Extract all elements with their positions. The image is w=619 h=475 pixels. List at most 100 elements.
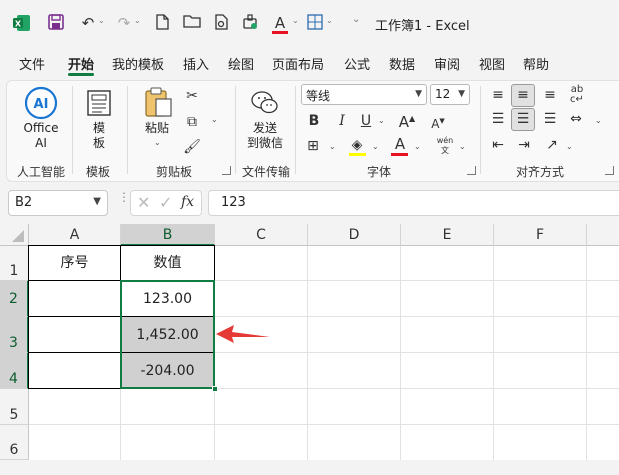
open-folder-icon[interactable] [182, 13, 202, 33]
tab-my-templates[interactable]: 我的模板 [112, 54, 164, 73]
redo-dropdown-icon[interactable]: ⌄ [134, 16, 141, 25]
font-color-dropdown-icon[interactable]: ⌄ [414, 142, 421, 151]
row-header-6[interactable]: 6 [0, 425, 29, 460]
paste-button[interactable]: 粘贴 [140, 121, 174, 136]
increase-font-icon[interactable]: A▲ [397, 110, 417, 131]
row-header-1[interactable]: 1 [0, 246, 29, 281]
office-ai-button[interactable]: Office AI [18, 121, 64, 151]
paste-icon[interactable] [143, 86, 173, 118]
font-size-select[interactable]: 12 ▼ [430, 84, 470, 105]
borders-quick-icon[interactable] [305, 13, 325, 33]
cell-a4[interactable] [29, 353, 120, 388]
name-box[interactable]: B2 ▼ [8, 190, 108, 216]
tab-view[interactable]: 视图 [479, 54, 505, 73]
resize-handle-icon[interactable]: ⋮ [118, 191, 130, 212]
redo-icon[interactable]: ↷ [114, 13, 134, 33]
template-button[interactable]: 模 板 [84, 121, 114, 151]
borders-dropdown-icon[interactable]: ⌄ [329, 142, 336, 151]
align-right-icon[interactable]: ☰ [541, 110, 559, 128]
clipboard-launcher-icon[interactable] [222, 166, 231, 175]
column-header-a[interactable]: A [29, 224, 121, 246]
send-to-wechat-button[interactable]: 发送 到微信 [244, 121, 286, 151]
insert-function-button[interactable]: fx [181, 194, 194, 210]
wrap-text-icon[interactable]: ab c↵ [567, 85, 587, 105]
copy-dropdown-icon[interactable]: ⌄ [211, 115, 218, 124]
font-launcher-icon[interactable] [467, 166, 476, 175]
tab-formulas[interactable]: 公式 [344, 54, 370, 73]
column-header-f[interactable]: F [494, 224, 587, 246]
font-name-select[interactable]: 等线 ▼ [301, 84, 427, 105]
column-header-d[interactable]: D [308, 224, 401, 246]
align-left-icon[interactable]: ☰ [489, 110, 507, 128]
font-color-icon[interactable]: A [391, 135, 409, 153]
tab-file[interactable]: 文件 [19, 54, 45, 73]
group-divider [235, 86, 236, 174]
undo-icon[interactable]: ↶ [78, 13, 98, 33]
paste-dropdown-icon[interactable]: ⌄ [154, 138, 161, 147]
row-header-5[interactable]: 5 [0, 389, 29, 425]
save-icon[interactable] [46, 13, 66, 33]
underline-button[interactable]: U [358, 112, 374, 130]
format-painter-quick-icon[interactable] [240, 13, 260, 33]
phonetic-dropdown-icon[interactable]: ⌄ [459, 142, 466, 151]
tab-draw[interactable]: 绘图 [228, 54, 254, 73]
column-header-c[interactable]: C [215, 224, 308, 246]
cell-a1[interactable]: 序号 [29, 246, 120, 280]
align-bottom-icon[interactable]: ≡ [541, 86, 559, 104]
decrease-font-icon[interactable]: A▼ [428, 112, 448, 133]
confirm-entry-icon[interactable]: ✓ [159, 193, 172, 212]
orientation-icon[interactable]: ↗ [543, 136, 561, 154]
decrease-indent-icon[interactable]: ⇤ [489, 136, 507, 154]
align-top-icon[interactable]: ≡ [489, 86, 507, 104]
tab-page-layout[interactable]: 页面布局 [272, 54, 324, 73]
chevron-down-icon: ▼ [458, 89, 465, 99]
tab-data[interactable]: 数据 [389, 54, 415, 73]
row-header-4[interactable]: 4 [0, 353, 29, 389]
orientation-dropdown-icon[interactable]: ⌄ [566, 142, 573, 151]
merge-center-icon[interactable]: ⇔ [566, 110, 586, 128]
select-all-corner[interactable] [0, 224, 29, 246]
phonetic-guide-icon[interactable]: wén 文 [434, 136, 456, 156]
alignment-launcher-icon[interactable] [605, 166, 614, 175]
undo-dropdown-icon[interactable]: ⌄ [98, 16, 105, 25]
column-header-b[interactable]: B [121, 224, 215, 246]
increase-indent-icon[interactable]: ⇥ [515, 136, 533, 154]
print-preview-icon[interactable] [211, 13, 231, 33]
cell-b1[interactable]: 数值 [121, 246, 214, 280]
chevron-down-icon[interactable]: ▼ [93, 196, 101, 207]
fill-color-dropdown-icon[interactable]: ⌄ [372, 142, 379, 151]
row-header-3[interactable]: 3 [0, 317, 29, 353]
cell-a3[interactable] [29, 317, 120, 352]
office-ai-icon[interactable]: AI [24, 86, 58, 120]
font-color-quick-dropdown-icon[interactable]: ⌄ [292, 16, 299, 25]
tab-insert[interactable]: 插入 [183, 54, 209, 73]
new-file-icon[interactable] [152, 13, 172, 33]
font-color-quick-icon[interactable]: A [270, 13, 290, 34]
customize-qat-icon[interactable]: ⌄ [352, 14, 360, 25]
copy-icon[interactable]: ⧉ [183, 113, 201, 131]
cut-icon[interactable]: ✂ [183, 87, 201, 105]
fill-color-icon[interactable]: ◈ [348, 136, 366, 154]
wechat-icon[interactable] [250, 89, 280, 117]
group-label-clipboard: 剪贴板 [156, 165, 193, 179]
cell-a2[interactable] [29, 281, 120, 316]
column-header-e[interactable]: E [401, 224, 494, 246]
tab-home[interactable]: 开始 [68, 54, 94, 73]
align-center-button[interactable]: ☰ [511, 108, 535, 131]
column-header-g[interactable] [587, 224, 619, 246]
fill-handle[interactable] [212, 386, 218, 392]
formula-input[interactable]: 123 [208, 190, 619, 216]
cancel-entry-icon[interactable]: ✕ [137, 193, 150, 212]
align-middle-button[interactable]: ≡ [511, 84, 535, 107]
format-painter-icon[interactable]: 🖌 [183, 138, 201, 156]
template-icon[interactable] [86, 89, 112, 117]
tab-help[interactable]: 帮助 [523, 54, 549, 73]
bold-button[interactable]: B [306, 112, 322, 130]
tab-review[interactable]: 审阅 [434, 54, 460, 73]
italic-button[interactable]: I [334, 112, 350, 130]
borders-icon[interactable]: ⊞ [304, 137, 322, 155]
borders-quick-dropdown-icon[interactable]: ⌄ [326, 16, 333, 25]
merge-dropdown-icon[interactable]: ⌄ [595, 116, 602, 125]
row-header-2[interactable]: 2 [0, 281, 29, 317]
underline-dropdown-icon[interactable]: ⌄ [378, 116, 385, 125]
